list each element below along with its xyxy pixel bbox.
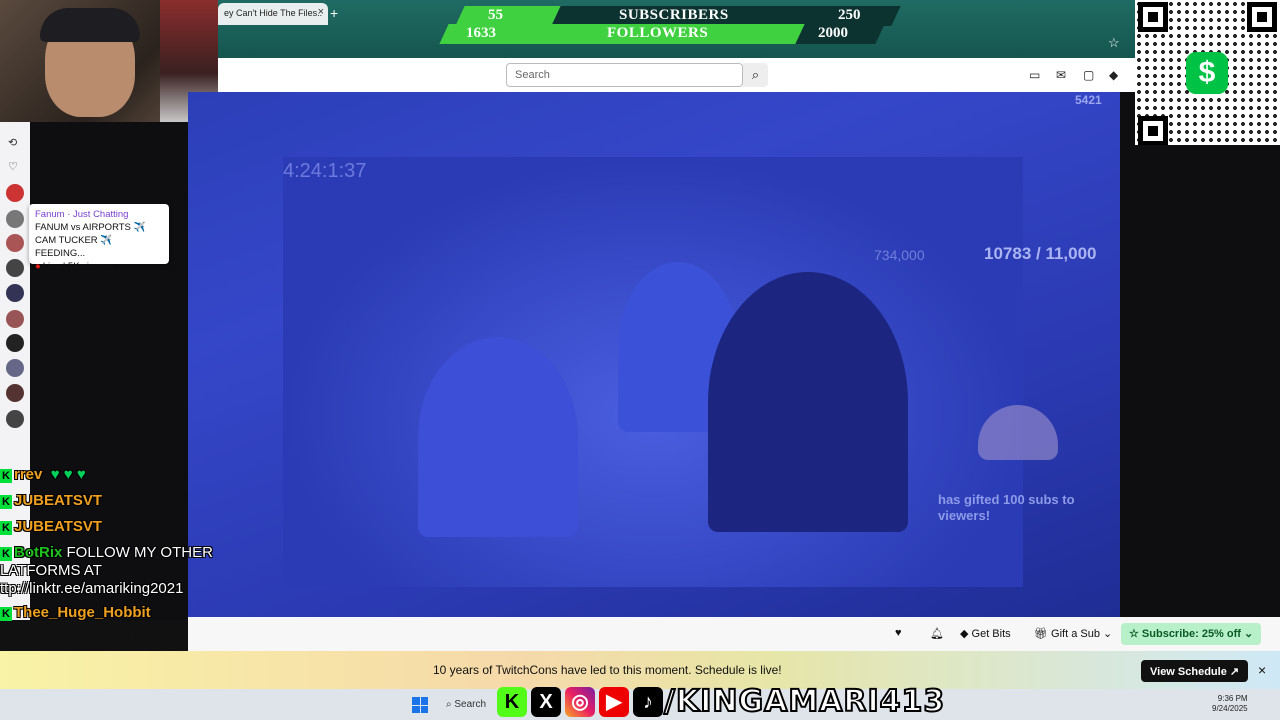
followers-target: 2000 [818, 25, 848, 41]
social-handle: /KINGAMARI413 [663, 683, 946, 720]
channel-avatar[interactable] [6, 359, 24, 377]
channel-avatar[interactable] [6, 384, 24, 402]
channel-avatar[interactable] [6, 210, 24, 228]
collapse-icon[interactable]: ⟲ [8, 136, 17, 149]
followers-current: 1633 [466, 25, 496, 41]
channel-avatar[interactable] [6, 334, 24, 352]
chat-line: LATFORMS AT [0, 562, 102, 579]
whispers-icon[interactable]: ▢ [1083, 68, 1094, 82]
subs-current: 55 [488, 7, 503, 23]
tab-close-icon[interactable]: × [318, 6, 324, 18]
channel-avatar[interactable] [6, 310, 24, 328]
stream-goal-small: 734,000 [874, 247, 925, 263]
bookmark-star-icon[interactable]: ☆ [1108, 35, 1120, 51]
bits-icon[interactable]: ◆ [1109, 68, 1118, 82]
channel-avatar[interactable] [6, 184, 24, 202]
chat-line: Krrev ♥ ♥ ♥ [0, 466, 86, 483]
channel-avatar[interactable] [6, 259, 24, 277]
chat-line: K Thee_Huge_Hobbit [0, 604, 151, 621]
webcam-feed [0, 0, 218, 122]
tooltip-title-line2: CAM TUCKER ✈️ FEEDING... [35, 235, 113, 259]
tiktok-icon: ♪ [633, 687, 663, 717]
subscribe-button[interactable]: ☆ Subscribe: 25% off ⌄ [1121, 623, 1262, 645]
followers-label: FOLLOWERS [607, 25, 709, 41]
follow-heart-icon[interactable]: ♥ [887, 623, 910, 645]
stream-goal-big: 10783 / 11,000 [984, 244, 1097, 263]
banner-close-icon[interactable]: × [1258, 662, 1266, 678]
x-icon: X [531, 687, 561, 717]
chat-line: K JUBEATSVT [0, 492, 102, 509]
search-input[interactable]: Search [506, 63, 743, 87]
channel-avatar[interactable] [6, 284, 24, 302]
stream-timer: 4:24:1:37 [283, 160, 367, 182]
cash-app-icon: $ [1186, 52, 1228, 94]
chat-line: K JUBEATSVT [0, 518, 102, 535]
search-icon[interactable]: ⌕ [743, 63, 768, 87]
browser-tab[interactable]: ey Can't Hide The Files.. × [218, 3, 328, 25]
taskbar-clock: 9:36 PM 9/24/2025 [1212, 694, 1248, 713]
gift-alert: has gifted 100 subs to viewers! [938, 492, 1075, 523]
subs-target: 250 [838, 7, 861, 23]
channel-avatar[interactable] [6, 410, 24, 428]
subs-label: SUBSCRIBERS [619, 7, 729, 23]
tooltip-live-status: Live | 5K viewers [35, 260, 163, 273]
right-chat-panel [1135, 145, 1280, 617]
gift-sub-button[interactable]: 🎁︎ Gift a Sub ⌄ [1026, 623, 1120, 645]
new-tab-icon[interactable]: + [330, 5, 338, 21]
instagram-icon: ◎ [565, 687, 595, 717]
banner-text: 10 years of TwitchCons have led to this … [433, 663, 782, 677]
tab-title: ey Can't Hide The Files.. [224, 8, 323, 18]
prime-loot-icon[interactable]: ▭ [1029, 68, 1040, 82]
channel-name[interactable]: Fanum [100, 627, 137, 641]
subs-goal-fill [455, 6, 561, 26]
inbox-icon[interactable]: ✉ [1056, 68, 1066, 82]
channel-avatar[interactable] [6, 234, 24, 252]
get-bits-button[interactable]: ◆ Get Bits [952, 623, 1019, 645]
tooltip-title-line1: FANUM vs AIRPORTS ✈️ [35, 222, 146, 233]
kick-icon: K [497, 687, 527, 717]
channel-tooltip: Fanum · Just Chatting FANUM vs AIRPORTS … [29, 204, 169, 272]
taskbar-search[interactable]: ⌕ Search [440, 695, 495, 715]
youtube-icon: ▶ [599, 687, 629, 717]
view-schedule-button[interactable]: View Schedule ↗ [1141, 660, 1249, 682]
chat-line: K BotRix FOLLOW MY OTHER [0, 544, 213, 561]
heart-icon: ♡ [8, 161, 18, 173]
notification-bell-icon[interactable]: 🔔︎ [922, 623, 952, 645]
windows-start-icon[interactable] [412, 697, 428, 713]
social-icons: K X ◎ ▶ ♪ [497, 684, 663, 720]
video-edge [1120, 92, 1135, 617]
tooltip-channel: Fanum · Just Chatting [35, 209, 129, 220]
viewer-count: 5421 [1075, 93, 1102, 107]
chat-line: ttp://linktr.ee/amariking2021 [0, 580, 184, 597]
